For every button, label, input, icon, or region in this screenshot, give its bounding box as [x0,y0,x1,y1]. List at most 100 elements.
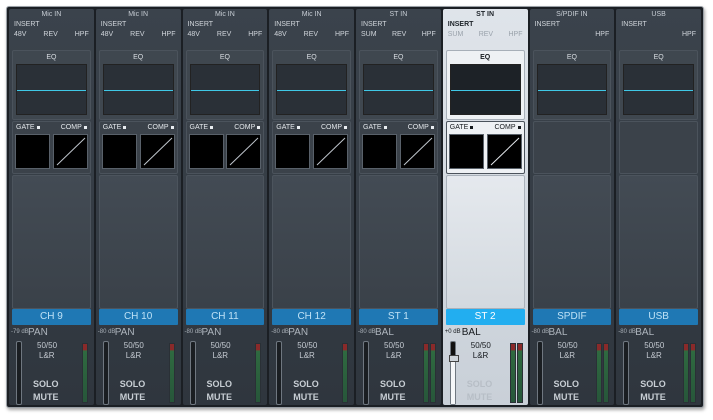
gate-graph[interactable] [448,134,484,169]
eq-section[interactable]: EQ [185,50,265,120]
mute-button[interactable]: MUTE [120,392,146,402]
gate-graph[interactable] [188,134,224,169]
flag-hpf[interactable]: HPF [75,31,89,38]
mute-button[interactable]: MUTE [33,392,59,402]
mute-button[interactable]: MUTE [640,392,666,402]
eq-curve-display[interactable] [276,64,347,115]
comp-curve-graph[interactable] [486,134,522,169]
fader-area[interactable] [185,175,265,309]
flag-rev[interactable]: REV [479,31,493,38]
solo-button[interactable]: SOLO [120,379,146,389]
fader-area[interactable] [619,175,698,309]
channel-strip[interactable]: S/PDIF IN INSERT HPF EQ SPDIF -80 dB BAL 50/50 L… [529,9,615,405]
flag-48v[interactable]: 48V [274,31,286,38]
eq-section[interactable]: EQ [359,50,438,120]
strip-header[interactable]: ST IN INSERT SUM REV HPF [445,11,526,51]
dynamics-section[interactable]: GATE COMP [98,121,178,174]
eq-curve-display[interactable] [623,64,694,115]
channel-strip[interactable]: USB INSERT HPF EQ USB -80 dB BAL 50/50 L&R SOLO MU… [616,9,701,405]
flag-48v[interactable]: 48V [101,31,113,38]
pan-mode-label[interactable]: PAN [202,327,222,338]
fader-area[interactable] [272,175,351,309]
eq-section[interactable]: EQ [272,50,351,120]
eq-curve-display[interactable] [189,64,261,115]
channel-name-button[interactable]: USB [619,309,698,325]
volume-fader-slot[interactable] [189,341,196,405]
fader-area[interactable] [12,175,91,309]
mute-button[interactable]: MUTE [467,392,493,402]
mute-button[interactable]: MUTE [554,392,580,402]
mute-button[interactable]: MUTE [293,392,319,402]
pan-mode-label[interactable]: PAN [115,327,135,338]
dynamics-section[interactable]: GATE COMP [445,121,525,174]
strip-header[interactable]: USB INSERT HPF [618,11,699,51]
strip-header[interactable]: S/PDIF IN INSERT HPF [532,11,613,51]
fader-area[interactable] [532,175,612,309]
pan-mode-label[interactable]: BAL [635,327,654,338]
channel-name-button[interactable]: ST 1 [359,309,438,325]
channel-name-button[interactable]: CH 9 [12,309,91,325]
comp-curve-graph[interactable] [52,134,88,169]
volume-fader-slot[interactable] [276,341,283,405]
flag-hpf[interactable]: HPF [248,31,262,38]
pan-mode-label[interactable]: BAL [462,327,481,338]
comp-curve-graph[interactable] [313,134,348,169]
dynamics-section[interactable]: GATE COMP [359,121,438,174]
eq-section[interactable]: EQ [532,50,612,120]
comp-curve-graph[interactable] [226,134,262,169]
eq-curve-display[interactable] [102,64,174,115]
flag-48v[interactable]: SUM [361,31,377,38]
strip-header[interactable]: Mic IN INSERT 48V REV HPF [185,11,266,51]
flag-rev[interactable]: REV [304,31,318,38]
flag-rev[interactable]: REV [43,31,57,38]
flag-48v[interactable]: SUM [448,31,464,38]
strip-header[interactable]: Mic IN INSERT 48V REV HPF [98,11,179,51]
gate-graph[interactable] [275,134,311,169]
channel-name-button[interactable]: SPDIF [532,309,612,325]
solo-button[interactable]: SOLO [207,379,233,389]
comp-curve-graph[interactable] [139,134,175,169]
channel-name-button[interactable]: CH 11 [185,309,265,325]
strip-header[interactable]: ST IN INSERT SUM REV HPF [358,11,439,51]
fader-area[interactable] [359,175,438,309]
strip-header[interactable]: Mic IN INSERT 48V REV HPF [271,11,352,51]
dynamics-section[interactable] [532,121,612,174]
solo-button[interactable]: SOLO [380,379,406,389]
dynamics-section[interactable]: GATE COMP [12,121,91,174]
channel-strip[interactable]: ST IN INSERT SUM REV HPF EQ GATE COMP ST 2 +0 dB B… [442,9,528,405]
channel-strip[interactable]: Mic IN INSERT 48V REV HPF EQ GATE COMP CH 10 -80 … [95,9,181,405]
eq-curve-display[interactable] [449,64,521,115]
gate-graph[interactable] [101,134,137,169]
gate-graph[interactable] [15,134,50,169]
pan-mode-label[interactable]: PAN [288,327,308,338]
flag-hpf[interactable]: HPF [162,31,176,38]
volume-fader-slot[interactable] [623,341,630,405]
channel-name-button[interactable]: CH 10 [98,309,178,325]
eq-section[interactable]: EQ [619,50,698,120]
eq-section[interactable]: EQ [12,50,91,120]
solo-button[interactable]: SOLO [467,379,493,389]
pan-mode-label[interactable]: BAL [375,327,394,338]
pan-mode-label[interactable]: BAL [549,327,568,338]
pan-mode-label[interactable]: PAN [28,327,48,338]
dynamics-section[interactable]: GATE COMP [272,121,351,174]
volume-fader-slot[interactable] [363,341,369,405]
fader-area[interactable] [445,175,525,309]
flag-hpf[interactable]: HPF [422,31,436,38]
flag-rev[interactable]: REV [130,31,144,38]
eq-curve-display[interactable] [16,64,87,115]
volume-fader-slot[interactable] [448,341,459,405]
flag-48v[interactable]: 48V [14,31,26,38]
volume-fader-slot[interactable] [102,341,109,405]
eq-curve-display[interactable] [536,64,608,115]
channel-strip[interactable]: Mic IN INSERT 48V REV HPF EQ GATE COMP CH 9 -79 d… [9,9,94,405]
solo-button[interactable]: SOLO [293,379,319,389]
solo-button[interactable]: SOLO [640,379,666,389]
flag-rev[interactable]: REV [217,31,231,38]
channel-strip[interactable]: Mic IN INSERT 48V REV HPF EQ GATE COMP CH 11 -80 … [182,9,268,405]
volume-fader-handle[interactable] [448,354,459,362]
flag-hpf[interactable]: HPF [595,31,609,38]
dynamics-section[interactable] [619,121,698,174]
channel-strip[interactable]: Mic IN INSERT 48V REV HPF EQ GATE COMP CH 12 -80 … [269,9,354,405]
flag-48v[interactable]: 48V [188,31,200,38]
